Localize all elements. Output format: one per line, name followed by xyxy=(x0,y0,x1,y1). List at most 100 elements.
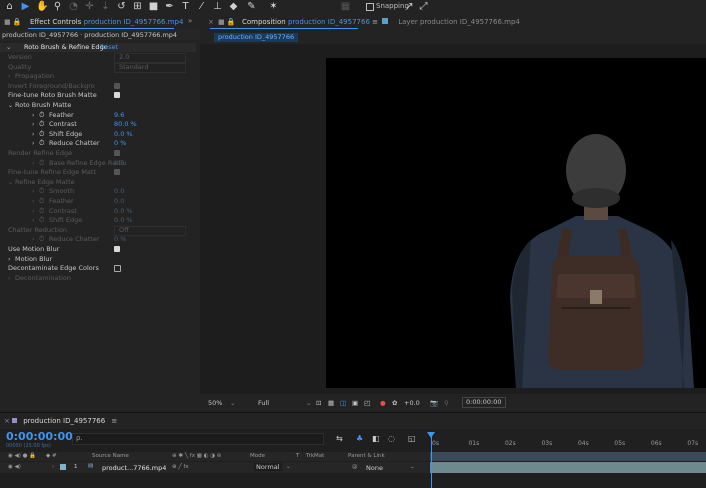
effect-param-row[interactable]: Chatter Reduction Off xyxy=(0,225,196,236)
panel-menu-icon[interactable]: ■ 🔒 xyxy=(4,18,22,26)
mode-header[interactable]: Mode xyxy=(250,453,265,459)
expand-icon[interactable]: ⤢ xyxy=(418,1,429,12)
graph-editor-icon[interactable]: ◌ xyxy=(388,434,395,443)
effect-param-row[interactable]: › ⏱ Shift Edge 0.0 % xyxy=(0,216,196,225)
pickwhip-icon[interactable]: @ xyxy=(352,464,358,470)
layer-name[interactable]: product...7766.mp4 xyxy=(102,464,166,472)
effect-param-row[interactable]: Fine-tune Roto Brush Matte xyxy=(0,91,196,100)
param-value[interactable]: 0.0 % xyxy=(114,207,133,216)
zoom-icon[interactable]: ⚲ xyxy=(52,1,63,12)
param-select[interactable]: Off xyxy=(114,225,186,236)
transparency-grid-icon[interactable]: ▦ xyxy=(328,399,334,407)
effect-param-row[interactable]: › Decontamination xyxy=(0,274,196,283)
effect-param-row[interactable]: Decontaminate Edge Colors xyxy=(0,264,196,273)
effect-param-row[interactable]: Quality Standard xyxy=(0,62,196,73)
motion-blur-icon[interactable]: ◧ xyxy=(372,434,380,443)
timeline-layer-row[interactable]: ◉ ◀) › 1 ▤ product...7766.mp4 ⊕ ╱ fx Nor… xyxy=(0,462,430,473)
checkbox[interactable] xyxy=(114,150,120,156)
pan-icon[interactable]: ✛ xyxy=(84,1,95,12)
effect-param-row[interactable]: Render Refine Edge xyxy=(0,149,196,158)
checkbox[interactable] xyxy=(114,82,120,89)
stopwatch-icon[interactable]: ⏱ xyxy=(39,139,44,148)
timeline-search-input[interactable]: ρ. xyxy=(72,433,324,445)
timeline-current-time[interactable]: 0:00:00:00 xyxy=(6,430,73,443)
label-color-swatch[interactable] xyxy=(60,464,66,470)
param-value[interactable]: 80.0 % xyxy=(114,120,137,129)
chevron-right-icon[interactable]: › xyxy=(32,111,34,120)
channel-icon[interactable]: ◰ xyxy=(364,399,370,407)
param-select[interactable]: 2.0 xyxy=(114,53,186,63)
snap-options-icon[interactable]: ↗ xyxy=(404,1,415,12)
draft-3d-icon[interactable]: ♣ xyxy=(356,434,363,443)
source-name-header[interactable]: Source Name xyxy=(92,453,129,459)
video-eye-icon[interactable]: ◉ ◀) xyxy=(8,464,21,470)
effect-param-row[interactable]: Fine-tune Refine Edge Matt xyxy=(0,168,196,177)
type-icon[interactable]: T xyxy=(180,1,191,12)
lock-icon[interactable]: ■ 🔒 xyxy=(218,18,236,26)
eraser-icon[interactable]: ◆ xyxy=(228,1,239,12)
chevron-down-icon[interactable]: ⌄ xyxy=(8,101,13,110)
trkmat-header[interactable]: TrkMat xyxy=(306,453,324,459)
blend-mode-select[interactable]: Normal xyxy=(254,463,282,471)
mask-visibility-icon[interactable]: ◫ xyxy=(340,399,346,407)
reset-link[interactable]: Reset xyxy=(100,43,118,52)
effect-param-row[interactable]: › Propagation xyxy=(0,72,196,81)
stopwatch-icon[interactable]: ⏱ xyxy=(39,216,44,225)
effect-param-row[interactable]: › ⏱ Feather 9.6 xyxy=(0,111,196,120)
checkbox[interactable] xyxy=(114,246,120,252)
chevron-right-icon[interactable]: › xyxy=(32,216,34,225)
pen-icon[interactable]: ✒ xyxy=(164,1,175,12)
chevron-down-icon[interactable]: ⌄ xyxy=(286,464,291,470)
snapshot-camera-icon[interactable]: 📷 xyxy=(430,399,438,407)
selection-arrow-icon[interactable]: ▶ xyxy=(20,1,31,12)
effect-param-row[interactable]: › ⏱ Shift Edge 0.0 % xyxy=(0,130,196,139)
stopwatch-icon[interactable]: ⏱ xyxy=(39,235,44,244)
chevron-down-icon[interactable]: ⌄ xyxy=(8,178,13,187)
clone-stamp-icon[interactable]: ⊥ xyxy=(212,1,223,12)
stopwatch-icon[interactable]: ⏱ xyxy=(39,120,44,129)
close-icon[interactable]: × xyxy=(4,417,10,425)
pan-behind-icon[interactable]: ⊞ xyxy=(132,1,143,12)
layer-switches-icons[interactable]: ⊕ ╱ fx xyxy=(172,464,189,470)
param-value[interactable]: 0.0 xyxy=(114,187,124,196)
chevron-right-icon[interactable]: › xyxy=(8,72,10,81)
frame-blending-icon[interactable]: ◱ xyxy=(408,434,416,443)
exposure-reset-icon[interactable]: ✿ xyxy=(392,399,397,407)
stopwatch-icon[interactable]: ⏱ xyxy=(39,187,44,196)
stopwatch-icon[interactable]: ⏱ xyxy=(39,197,44,206)
composition-viewer[interactable] xyxy=(200,44,706,394)
effect-title-row[interactable]: ⌄ Roto Brush & Refine Edge Reset xyxy=(0,43,196,52)
chevron-right-icon[interactable]: › xyxy=(32,207,34,216)
grid-icon[interactable]: ▦ xyxy=(340,1,351,12)
rectangle-icon[interactable]: ■ xyxy=(148,1,159,12)
composition-canvas[interactable] xyxy=(326,58,706,388)
composition-breadcrumb[interactable]: production ID_4957766 xyxy=(214,33,299,42)
layer-panel-tab[interactable]: Layer production ID_4957766.mp4 xyxy=(382,18,520,26)
current-time-field[interactable]: 0:00:00:00 xyxy=(462,397,506,408)
chevron-right-icon[interactable]: › xyxy=(32,130,34,139)
param-value[interactable]: 0 % xyxy=(114,235,126,244)
brush-icon[interactable]: ⁄ xyxy=(196,1,207,12)
chevron-right-icon[interactable]: › xyxy=(32,235,34,244)
zoom-select[interactable]: 50% xyxy=(208,399,222,407)
effect-param-row[interactable]: › ⏱ Reduce Chatter 0 % xyxy=(0,139,196,148)
parent-select[interactable]: None xyxy=(366,464,383,472)
param-value[interactable]: 0.0 xyxy=(114,159,124,168)
chevron-right-icon[interactable]: › xyxy=(32,159,34,168)
effect-param-row[interactable]: Use Motion Blur xyxy=(0,245,196,254)
param-value[interactable]: 0 % xyxy=(114,139,126,148)
work-area-bar[interactable] xyxy=(430,452,706,461)
panel-overflow-icon[interactable]: » xyxy=(188,17,192,25)
parent-header[interactable]: Parent & Link xyxy=(348,453,385,459)
stopwatch-icon[interactable]: ⏱ xyxy=(39,159,44,168)
effect-param-row[interactable]: › Motion Blur xyxy=(0,255,196,264)
checkbox[interactable] xyxy=(114,169,120,176)
home-icon[interactable]: ⌂ xyxy=(4,1,15,12)
layer-duration-bar[interactable] xyxy=(430,462,706,473)
param-value[interactable]: 0.0 % xyxy=(114,130,133,139)
comp-mini-flowchart-icon[interactable]: ⇆ xyxy=(336,434,343,443)
effect-param-row[interactable]: › ⏱ Feather 0.0 xyxy=(0,197,196,206)
checkbox[interactable] xyxy=(114,265,121,273)
param-value[interactable]: 9.6 xyxy=(114,111,124,120)
chevron-right-icon[interactable]: › xyxy=(8,255,10,264)
